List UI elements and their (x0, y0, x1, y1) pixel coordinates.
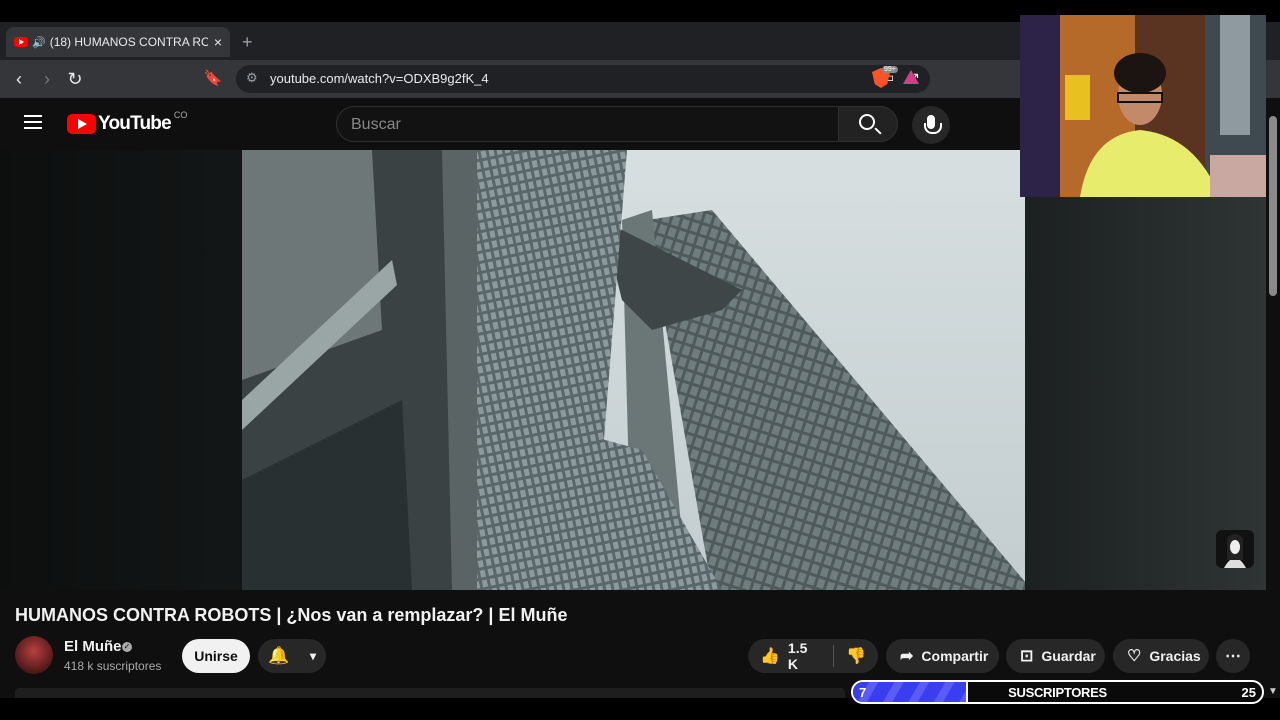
dislike-button[interactable]: 👎 (834, 639, 878, 673)
save-button[interactable]: ⊡ Guardar (1006, 639, 1105, 673)
brave-badge: 99+ (882, 66, 898, 73)
search-input[interactable]: Buscar (336, 106, 839, 142)
more-icon: ⋯ (1225, 648, 1241, 665)
webcam-overlay (1020, 15, 1266, 197)
super-thanks-icon: ♡ (1127, 648, 1142, 665)
close-tab-icon[interactable]: × (214, 34, 222, 50)
subscriber-goal-target: 25 (1241, 685, 1256, 700)
youtube-favicon-icon (14, 37, 28, 47)
description-box-edge (15, 688, 845, 698)
verified-icon: ✓ (122, 642, 132, 652)
video-title: HUMANOS CONTRA ROBOTS | ¿Nos van a rempl… (15, 605, 568, 625)
back-icon[interactable]: ‹ (8, 68, 30, 90)
url-text[interactable]: youtube.com/watch?v=ODXB9g2fK_4 (270, 71, 489, 86)
country-code: CO (173, 110, 188, 120)
share-button[interactable]: ➦ Compartir (886, 639, 999, 673)
channel-avatar[interactable] (15, 636, 53, 674)
bookmark-icon[interactable]: 🔖 (202, 68, 224, 90)
channel-name[interactable]: El Muñe (64, 638, 122, 655)
tab-title: (18) HUMANOS CONTRA ROBOTS (49, 35, 208, 49)
menu-icon[interactable] (24, 115, 42, 129)
thumbs-up-icon: 👍 (760, 648, 780, 665)
like-button[interactable]: 👍 1.5 K (748, 639, 833, 673)
logo-text: YouTube (98, 113, 172, 134)
share-icon: ➦ (900, 648, 914, 665)
new-tab-button[interactable]: + (242, 32, 253, 53)
like-count: 1.5 K (787, 640, 808, 672)
share-label: Compartir (921, 648, 989, 664)
search-button[interactable] (838, 106, 898, 142)
search-placeholder: Buscar (351, 116, 401, 133)
page-scrollbar[interactable] (1266, 98, 1280, 698)
voice-search-icon[interactable] (912, 106, 950, 144)
browser-tab[interactable]: 🔊 (18) HUMANOS CONTRA ROBOTS × (6, 27, 230, 57)
subscriber-count: 418 k suscriptores (64, 659, 162, 673)
reload-icon[interactable]: ↻ (64, 68, 86, 90)
bookmark-save-icon: ⊡ (1020, 648, 1034, 665)
search-icon (859, 114, 875, 130)
like-dislike-group: 👍 1.5 K 👎 (748, 639, 878, 673)
thanks-button[interactable]: ♡ Gracias (1113, 639, 1209, 673)
scroll-down-icon[interactable]: ▼ (1268, 686, 1278, 697)
webcam-feed (1020, 15, 1266, 197)
notification-bell-button[interactable]: 🔔 ▾ (258, 639, 326, 673)
chevron-down-icon: ▾ (309, 649, 316, 663)
youtube-play-icon (67, 114, 96, 134)
video-player[interactable] (242, 150, 1025, 590)
brave-rewards-icon[interactable] (903, 70, 919, 84)
youtube-logo[interactable]: YouTube CO (67, 110, 188, 135)
subscriber-goal-label: SUSCRIPTORES (1008, 685, 1107, 700)
more-actions-button[interactable]: ⋯ (1216, 639, 1250, 673)
speaker-icon[interactable]: 🔊 (32, 36, 46, 49)
scrollbar-thumb[interactable] (1269, 116, 1277, 296)
thanks-label: Gracias (1149, 648, 1201, 664)
address-bar[interactable]: ⚙ youtube.com/watch?v=ODXB9g2fK_4 ▭ ↗ (236, 65, 930, 93)
subscriber-goal-bar: 7 SUSCRIPTORES 25 (851, 680, 1264, 704)
forward-icon[interactable]: › (36, 68, 58, 90)
site-settings-icon[interactable]: ⚙ (246, 70, 258, 86)
join-button[interactable]: Unirse (182, 639, 250, 673)
save-label: Guardar (1041, 648, 1096, 664)
thumbs-down-icon: 👎 (846, 648, 866, 665)
bell-icon: 🔔 (268, 646, 290, 665)
floating-avatar-icon[interactable] (1216, 530, 1254, 568)
video-frame (242, 150, 1025, 590)
